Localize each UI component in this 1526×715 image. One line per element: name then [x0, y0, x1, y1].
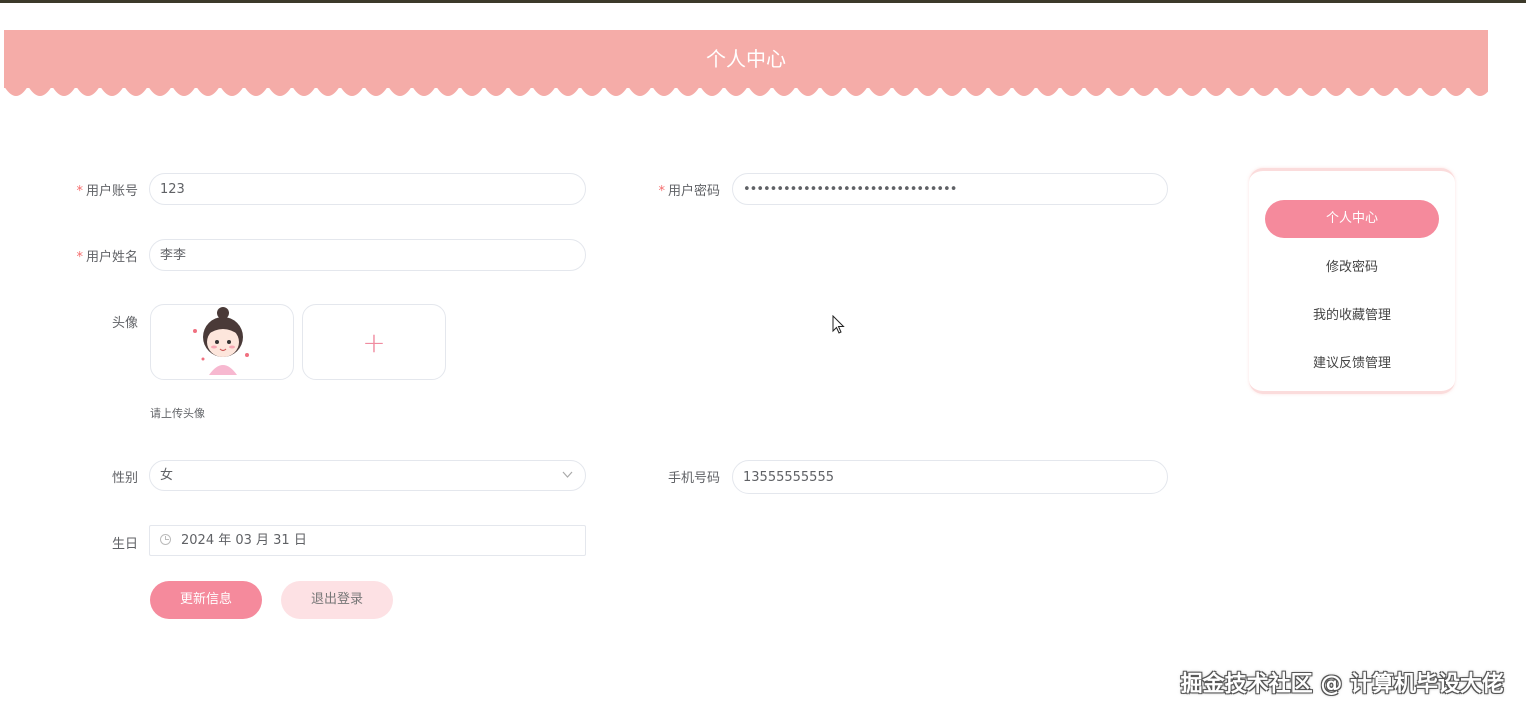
- page-title: 个人中心: [4, 30, 1488, 88]
- sidebar-item-change-password[interactable]: 修改密码: [1265, 249, 1439, 287]
- banner-scallop-edge: [4, 86, 1488, 98]
- update-info-button[interactable]: 更新信息: [150, 581, 262, 619]
- gender-label: 性别: [111, 471, 138, 486]
- required-mark: *: [76, 250, 83, 265]
- top-border: [0, 0, 1526, 3]
- gender-select[interactable]: 女: [149, 460, 586, 491]
- account-input[interactable]: 123: [149, 173, 586, 205]
- required-mark: *: [76, 184, 83, 199]
- gender-value: 女: [160, 468, 174, 483]
- phone-input[interactable]: 13555555555: [732, 460, 1168, 494]
- avatar-upload-button[interactable]: +: [302, 304, 446, 380]
- birthday-label: 生日: [111, 537, 138, 552]
- girl-avatar-icon: [193, 307, 249, 375]
- chevron-down-icon: [562, 471, 573, 478]
- avatar-image[interactable]: [150, 304, 294, 380]
- required-mark: *: [658, 184, 665, 199]
- sidebar-item-profile[interactable]: 个人中心: [1265, 200, 1439, 238]
- birthday-date-picker[interactable]: 2024 年 03 月 31 日: [149, 525, 586, 556]
- name-label: * 用户姓名: [76, 250, 138, 265]
- watermark: 掘金技术社区 @ 计算机毕设大佬: [1180, 672, 1504, 697]
- clock-icon: [160, 534, 171, 545]
- plus-icon: +: [362, 326, 386, 359]
- name-input[interactable]: 李李: [149, 239, 586, 271]
- mouse-cursor-icon: [832, 315, 845, 334]
- password-label: * 用户密码: [658, 184, 720, 199]
- sidebar-item-favorites[interactable]: 我的收藏管理: [1265, 297, 1439, 335]
- sidebar-item-feedback[interactable]: 建议反馈管理: [1265, 345, 1439, 383]
- logout-button[interactable]: 退出登录: [281, 581, 393, 619]
- phone-label: 手机号码: [667, 471, 720, 486]
- avatar-hint: 请上传头像: [150, 407, 205, 420]
- birthday-value: 2024 年 03 月 31 日: [181, 533, 307, 548]
- account-label: * 用户账号: [76, 184, 138, 199]
- user-sidebar: 个人中心 修改密码 我的收藏管理 建议反馈管理: [1249, 168, 1455, 394]
- password-input[interactable]: ••••••••••••••••••••••••••••••••: [732, 173, 1168, 205]
- avatar-label: 头像: [111, 316, 138, 331]
